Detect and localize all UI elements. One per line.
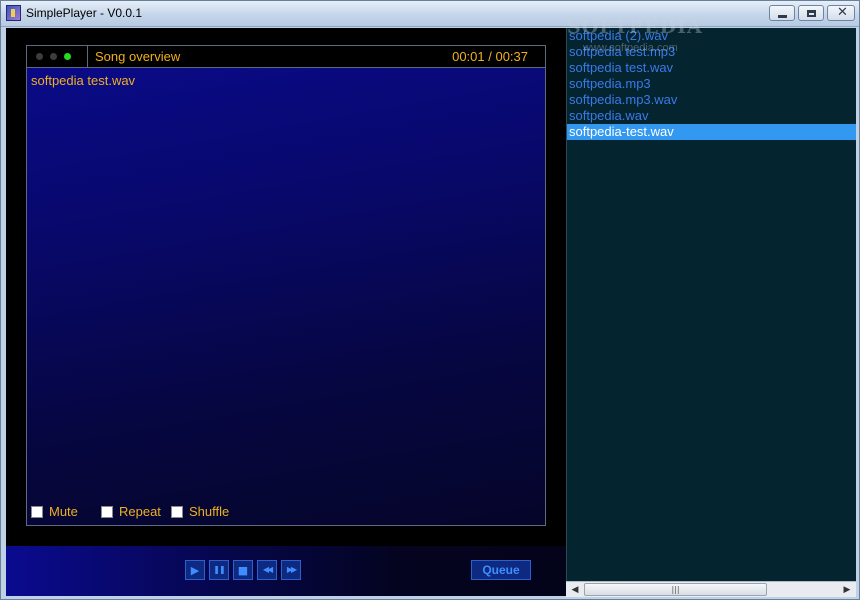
playlist-item[interactable]: softpedia.wav — [567, 108, 856, 124]
time-display: 00:01 / 00:37 — [452, 49, 528, 64]
shuffle-checkbox[interactable] — [171, 506, 183, 518]
play-button[interactable]: ▶ — [185, 560, 205, 580]
pause-button[interactable]: ❚❚ — [209, 560, 229, 580]
repeat-checkbox[interactable] — [101, 506, 113, 518]
indicator-dot-3 — [64, 53, 71, 60]
close-button[interactable]: ✕ — [827, 5, 855, 21]
player-panel: Song overview 00:01 / 00:37 softpedia te… — [6, 28, 566, 546]
playlist-item[interactable]: softpedia.mp3 — [567, 76, 856, 92]
overview-title: Song overview — [95, 49, 181, 64]
rewind-icon: ◀◀ — [262, 565, 273, 574]
stop-icon: ■ — [237, 563, 249, 577]
title-bar[interactable]: SimplePlayer - V0.0.1 ✕ — [1, 1, 859, 27]
mute-checkbox[interactable] — [31, 506, 43, 518]
close-icon: ✕ — [837, 5, 848, 20]
pause-icon: ❚❚ — [213, 565, 225, 574]
maximize-icon — [807, 10, 816, 17]
playlist-item[interactable]: softpedia test.wav — [567, 60, 856, 76]
previous-button[interactable]: ◀◀ — [257, 560, 277, 580]
app-icon — [6, 5, 21, 21]
stop-button[interactable]: ■ — [233, 560, 253, 580]
overview-header: Song overview 00:01 / 00:37 — [27, 46, 545, 68]
fast-forward-icon: ▶▶ — [286, 565, 297, 574]
watermark-url: www.softpedia.com — [583, 42, 678, 54]
playlist-item-selected[interactable]: softpedia-test.wav — [567, 124, 856, 140]
shuffle-label: Shuffle — [189, 504, 230, 519]
current-file-name: softpedia test.wav — [31, 73, 136, 88]
minimize-icon — [778, 15, 787, 18]
scroll-left-arrow-icon[interactable]: ◀ — [567, 583, 583, 597]
indicator-dot-2 — [50, 53, 57, 60]
next-button[interactable]: ▶▶ — [281, 560, 301, 580]
maximize-button[interactable] — [798, 5, 824, 21]
scroll-right-arrow-icon[interactable]: ▶ — [839, 583, 855, 597]
playlist-horizontal-scrollbar[interactable]: ◀ ||| ▶ — [566, 581, 856, 597]
mute-label: Mute — [49, 504, 78, 519]
scrollbar-thumb[interactable]: ||| — [584, 583, 767, 596]
repeat-label: Repeat — [119, 504, 161, 519]
minimize-button[interactable] — [769, 5, 795, 21]
indicator-dot-1 — [36, 53, 43, 60]
queue-button[interactable]: Queue — [471, 560, 531, 580]
softpedia-watermark: SOFTPEDIA — [567, 16, 703, 38]
app-window: SimplePlayer - V0.0.1 ✕ Song overview 00… — [0, 0, 860, 600]
transport-bar: ▶ ❚❚ ■ ◀◀ ▶▶ Queue — [6, 546, 566, 596]
header-divider — [87, 46, 88, 68]
play-icon: ▶ — [190, 563, 200, 577]
window-title: SimplePlayer - V0.0.1 — [26, 6, 143, 20]
playlist-item[interactable]: softpedia.mp3.wav — [567, 92, 856, 108]
song-overview-panel: Song overview 00:01 / 00:37 softpedia te… — [26, 45, 546, 526]
playlist[interactable]: softpedia (2).wav softpedia test.mp3 sof… — [566, 16, 856, 581]
